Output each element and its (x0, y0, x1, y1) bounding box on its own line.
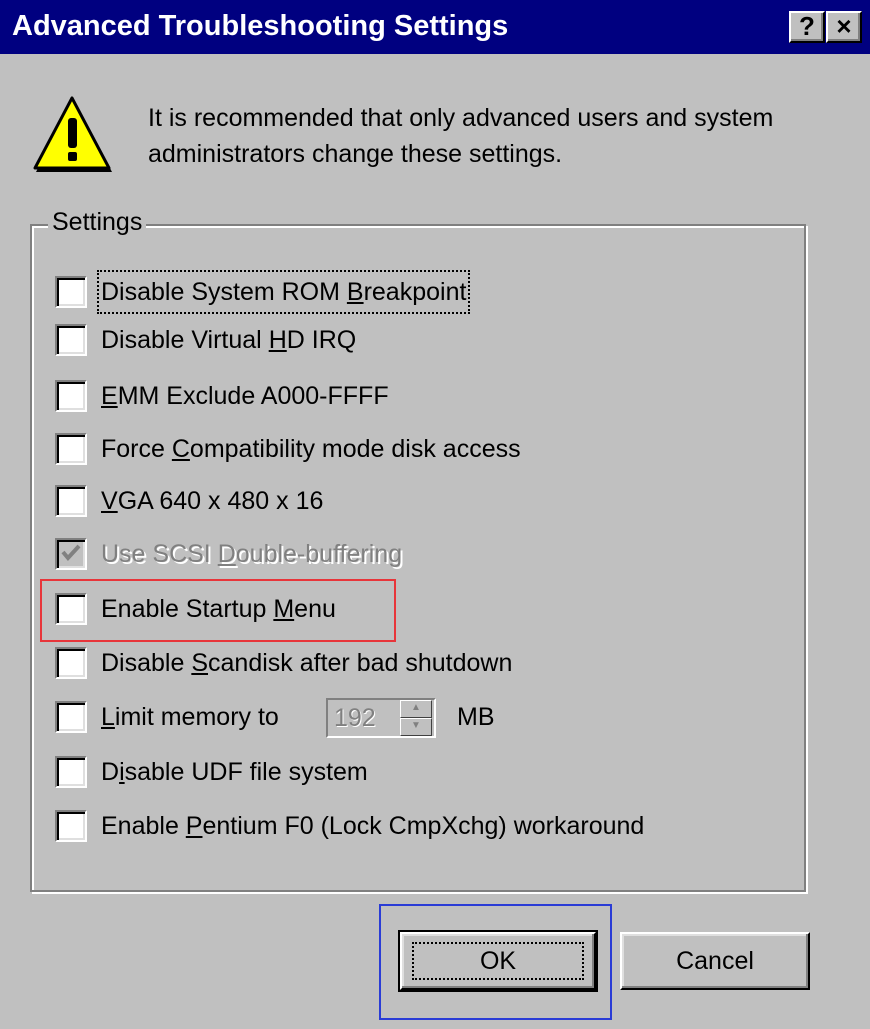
label-text: enu (294, 595, 336, 623)
checkbox-use-scsi-double-buffering (55, 538, 87, 570)
label-emm-exclude[interactable]: EMM Exclude A000-FFFF (101, 376, 389, 416)
checkbox-emm-exclude[interactable] (55, 380, 87, 412)
label-vga-640x480x16[interactable]: VGA 640 x 480 x 16 (101, 481, 323, 521)
checkbox-disable-system-rom-breakpoint[interactable] (55, 276, 87, 308)
label-text: Disable System ROM (101, 278, 347, 306)
title-bar[interactable]: Advanced Troubleshooting Settings ? × (0, 0, 870, 54)
label-text: imit memory to (114, 703, 279, 731)
label-text: Use SCSI (101, 540, 218, 568)
label-text: entium F0 (Lock CmpXchg) workaround (202, 812, 645, 840)
label-use-scsi-double-buffering: Use SCSI Double-buffering (101, 534, 402, 574)
label-accelerator: M (273, 595, 295, 623)
checkbox-force-compatibility-mode[interactable] (55, 433, 87, 465)
option-force-compatibility-mode[interactable]: Force Compatibility mode disk access (55, 429, 755, 469)
label-disable-udf[interactable]: Disable UDF file system (101, 752, 368, 792)
label-accelerator: C (171, 435, 190, 463)
label-enable-startup-menu[interactable]: Enable Startup Menu (101, 589, 336, 629)
label-text: Disable (101, 649, 192, 677)
label-text: Disable Virtual (101, 326, 269, 354)
window-title: Advanced Troubleshooting Settings (12, 10, 509, 42)
label-accelerator: P (185, 812, 203, 840)
label-text: GA 640 x 480 x 16 (117, 487, 324, 515)
cancel-button[interactable]: Cancel (620, 932, 810, 990)
label-accelerator: D (217, 540, 236, 568)
memory-limit-spinbox: 192 ▲ ▼ (326, 698, 436, 738)
checkbox-enable-startup-menu[interactable] (55, 593, 87, 625)
option-disable-virtual-hd-irq[interactable]: Disable Virtual HD IRQ (55, 320, 755, 360)
checkbox-disable-virtual-hd-irq[interactable] (55, 324, 87, 356)
label-disable-scandisk[interactable]: Disable Scandisk after bad shutdown (101, 643, 512, 683)
label-limit-memory[interactable]: Limit memory to (101, 697, 279, 737)
label-accelerator: S (191, 649, 209, 677)
option-disable-system-rom-breakpoint[interactable]: Disable System ROM Breakpoint (55, 270, 755, 314)
cancel-button-label: Cancel (676, 947, 754, 975)
option-disable-udf[interactable]: Disable UDF file system (55, 752, 755, 792)
label-text: ouble-buffering (235, 540, 403, 568)
ok-focus-rect (412, 942, 584, 980)
option-vga-640x480x16[interactable]: VGA 640 x 480 x 16 (55, 481, 755, 521)
option-disable-scandisk[interactable]: Disable Scandisk after bad shutdown (55, 643, 755, 683)
label-text: sable UDF file system (124, 758, 368, 786)
checkbox-limit-memory[interactable] (55, 701, 87, 733)
label-disable-virtual-hd-irq[interactable]: Disable Virtual HD IRQ (101, 320, 356, 360)
option-use-scsi-double-buffering: Use SCSI Double-buffering (55, 534, 755, 574)
checkbox-disable-udf[interactable] (55, 756, 87, 788)
label-text: MM Exclude A000-FFFF (117, 382, 389, 410)
checkbox-disable-scandisk[interactable] (55, 647, 87, 679)
label-text: Enable (101, 812, 186, 840)
memory-limit-value: 192 (334, 704, 376, 732)
advanced-troubleshooting-dialog: Advanced Troubleshooting Settings ? × It… (0, 0, 870, 1029)
label-force-compatibility-mode[interactable]: Force Compatibility mode disk access (101, 429, 521, 469)
label-accelerator: H (268, 326, 287, 354)
label-accelerator: V (101, 487, 118, 515)
checkbox-vga-640x480x16[interactable] (55, 485, 87, 517)
label-text: reakpoint (363, 278, 467, 306)
label-accelerator: B (346, 278, 364, 306)
label-text: Enable Startup (101, 595, 274, 623)
label-text: Force (101, 435, 172, 463)
memory-limit-unit: MB (457, 703, 495, 731)
warning-message: It is recommended that only advanced use… (148, 104, 774, 168)
label-disable-system-rom-breakpoint[interactable]: Disable System ROM Breakpoint (96, 270, 471, 314)
spin-up-arrow-icon: ▲ (400, 700, 432, 718)
spin-down-arrow-icon: ▼ (400, 718, 432, 736)
label-text: D IRQ (286, 326, 357, 354)
help-button[interactable]: ? (789, 11, 825, 43)
label-text: ompatibility mode disk access (189, 435, 521, 463)
warning-icon (33, 96, 112, 172)
label-enable-pentium-f0-workaround[interactable]: Enable Pentium F0 (Lock CmpXchg) workaro… (101, 806, 644, 846)
label-accelerator: L (101, 703, 115, 731)
option-limit-memory[interactable]: Limit memory to 192 ▲ ▼ MB (55, 697, 755, 738)
close-button[interactable]: × (826, 11, 862, 43)
checkmark-icon (61, 544, 81, 562)
option-emm-exclude[interactable]: EMM Exclude A000-FFFF (55, 376, 755, 416)
label-text: candisk after bad shutdown (208, 649, 513, 677)
option-enable-pentium-f0-workaround[interactable]: Enable Pentium F0 (Lock CmpXchg) workaro… (55, 806, 755, 846)
label-accelerator: E (101, 382, 118, 410)
settings-legend: Settings (48, 205, 147, 239)
label-text: D (101, 758, 120, 786)
ok-button[interactable]: OK (398, 930, 598, 992)
checkbox-enable-pentium-f0-workaround[interactable] (55, 810, 87, 842)
option-enable-startup-menu[interactable]: Enable Startup Menu (55, 589, 755, 629)
